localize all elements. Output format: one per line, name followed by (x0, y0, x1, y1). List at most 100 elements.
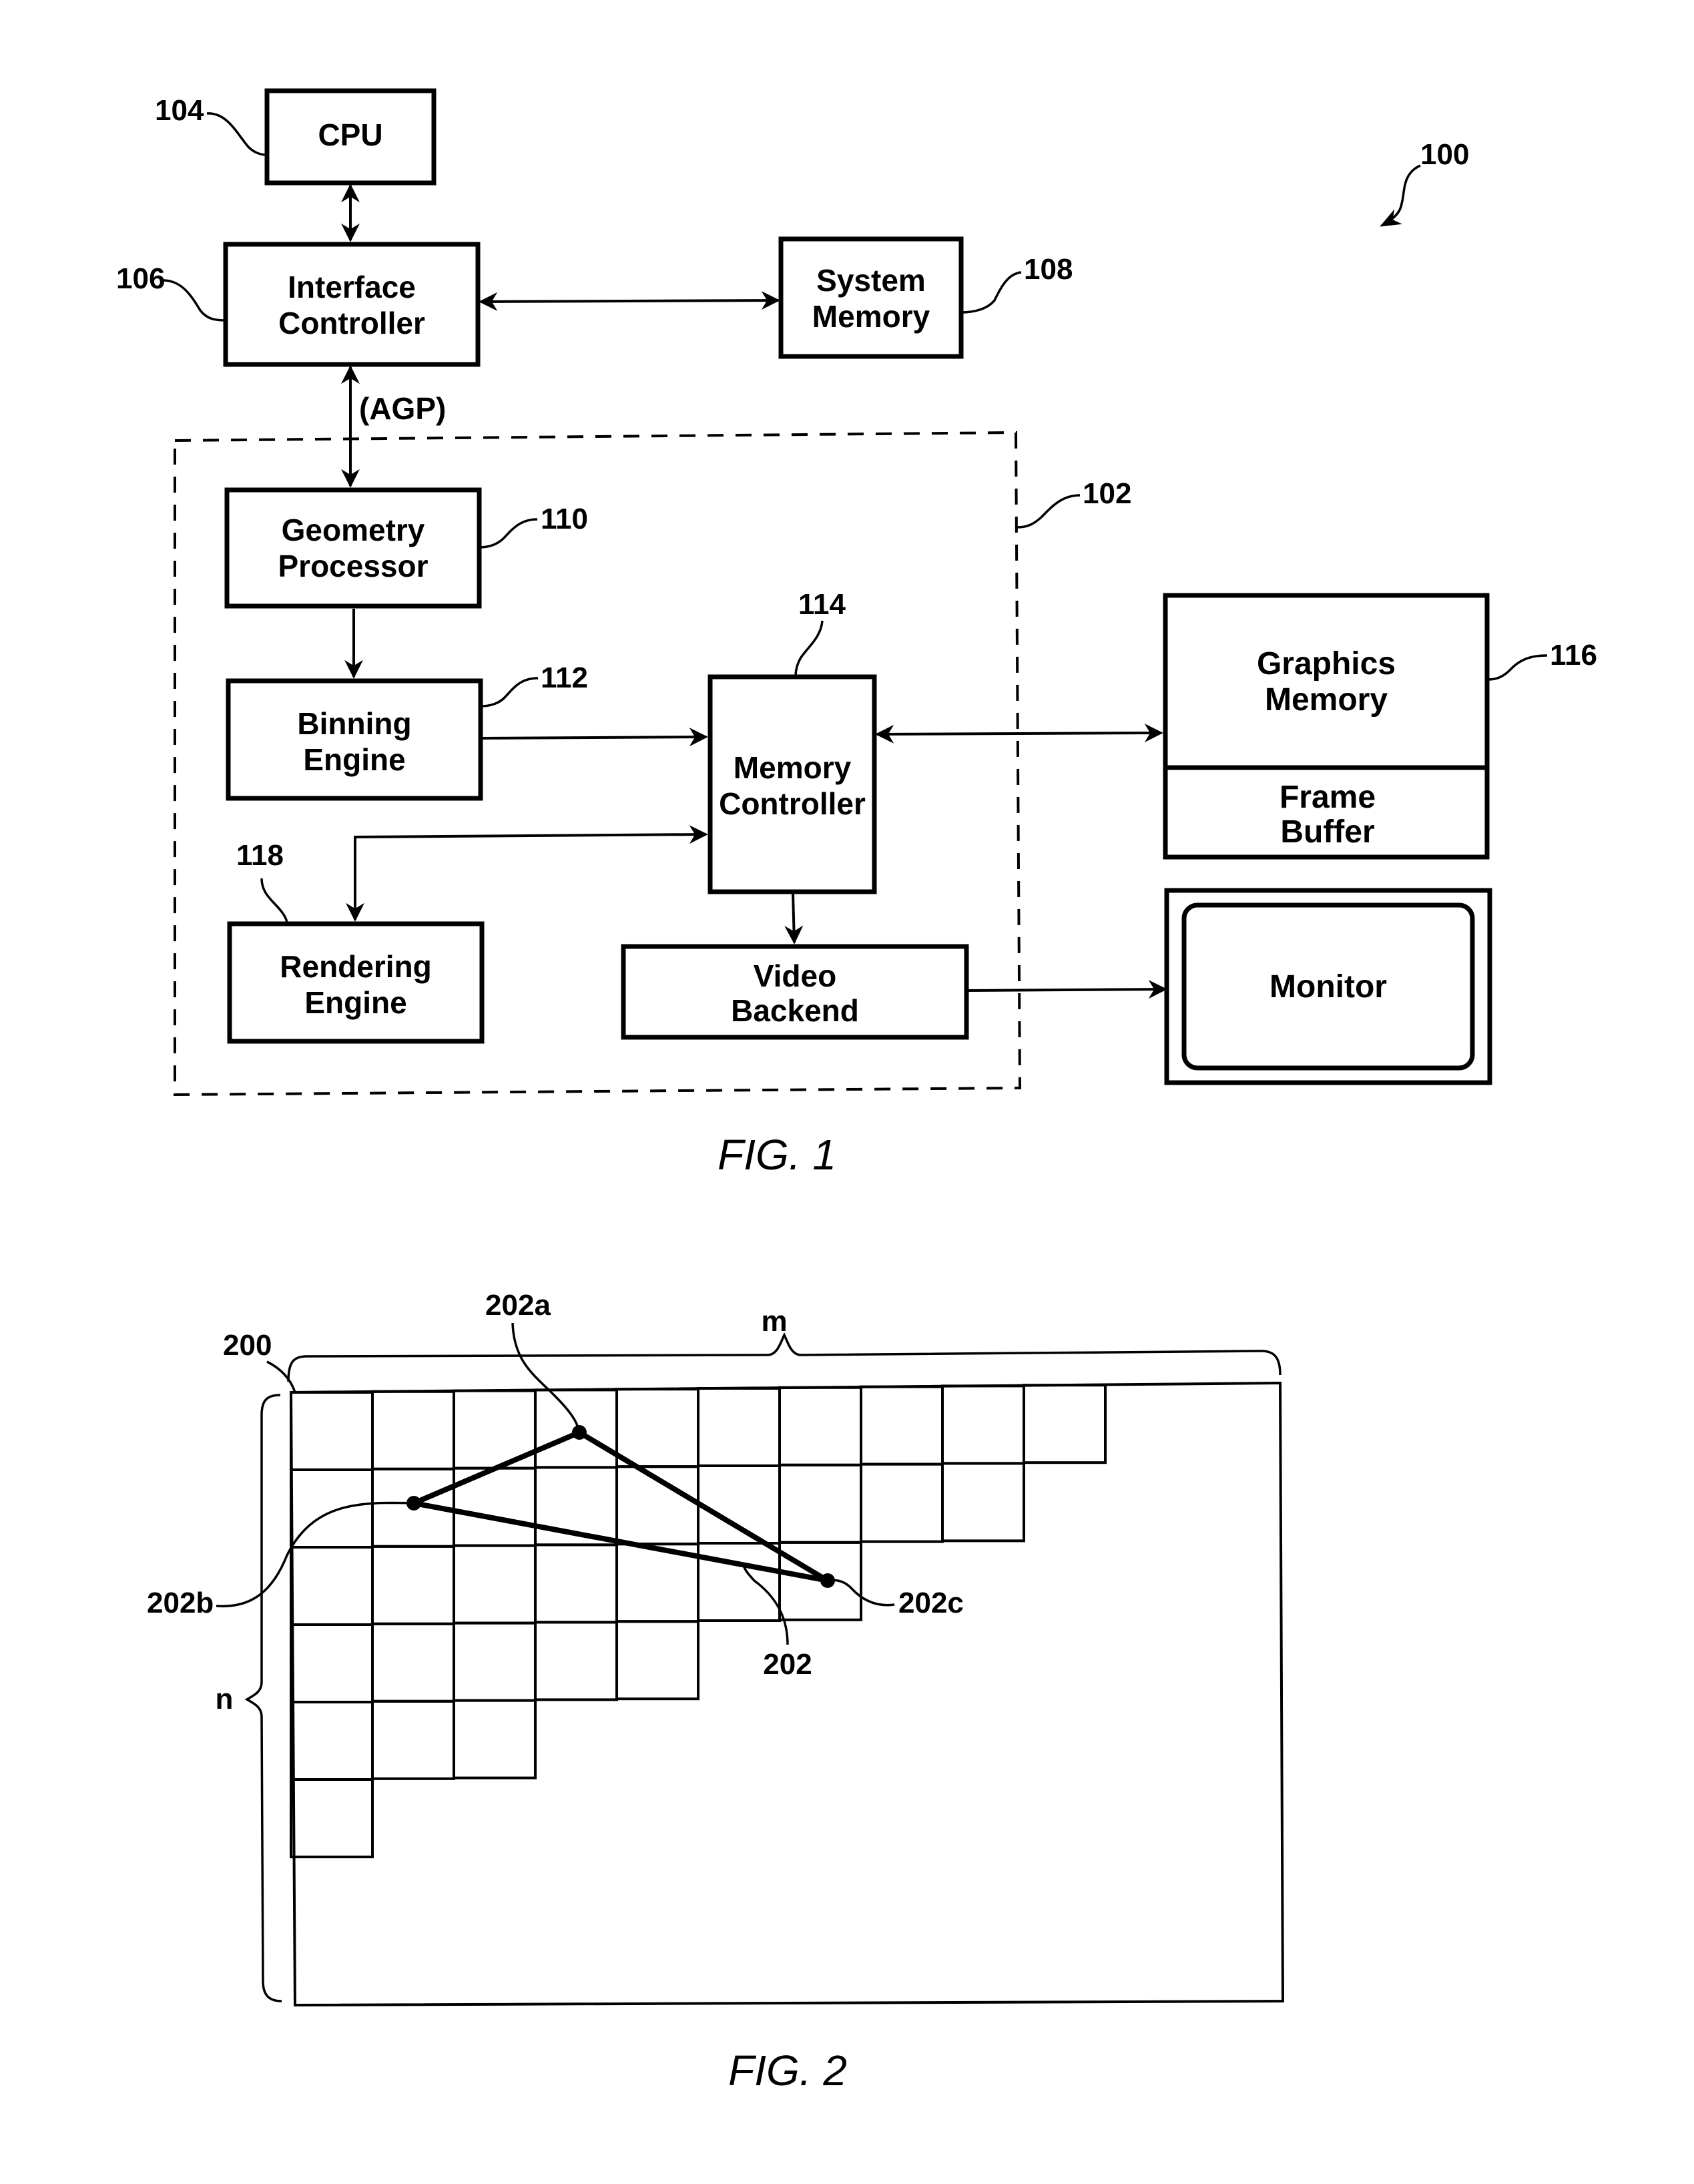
ref-202a: 202a (485, 1289, 551, 1322)
rendering-engine-label-1: Rendering (280, 949, 431, 984)
tile (453, 1699, 537, 1780)
video-monitor-link (967, 980, 1167, 999)
ref-202: 202 (763, 1648, 812, 1681)
video-backend-block: Video Backend (621, 944, 969, 1040)
system-memory-block: System Memory (778, 236, 964, 359)
ref-112: 112 (541, 661, 588, 694)
screen-outline (289, 1381, 1285, 2007)
ref-114: 114 (798, 588, 846, 621)
ref-118-leader (260, 878, 288, 924)
geometry-processor-label-1: Geometry (282, 513, 425, 547)
tile (290, 1468, 374, 1549)
tile (941, 1384, 1025, 1465)
tile (371, 1390, 455, 1470)
monitor-block: Monitor (1164, 888, 1492, 1085)
interface-controller-label-2: Controller (278, 306, 425, 340)
ref-108-leader (960, 271, 1022, 314)
ref-114-leader (794, 620, 824, 677)
m-dimension-brace (287, 1332, 1282, 1382)
tile (615, 1388, 699, 1468)
tile (697, 1542, 781, 1622)
geometry-processor-block: Geometry Processor (224, 487, 482, 609)
ref-202b: 202b (147, 1587, 214, 1619)
ref-202c: 202c (898, 1587, 964, 1619)
ref-102-leader (1017, 494, 1081, 529)
figure-2-caption: FIG. 2 (728, 2046, 847, 2095)
ref-104-leader (206, 112, 268, 156)
ref-202b-leader (216, 1501, 414, 1608)
ref-116: 116 (1550, 639, 1597, 671)
figure-1: 100 CPU 104 Interface Controller 106 Sys… (116, 88, 1597, 1179)
ref-106-leader (160, 279, 226, 322)
ref-112-leader (480, 677, 539, 708)
binning-memctrl-link (481, 728, 708, 747)
tile (697, 1387, 781, 1467)
tile (290, 1623, 374, 1703)
tile (615, 1620, 699, 1701)
tile (453, 1544, 537, 1625)
binning-engine-label-1: Binning (297, 706, 411, 741)
tile (290, 1546, 374, 1626)
tile (453, 1621, 537, 1702)
memory-controller-label-1: Memory (734, 750, 852, 785)
tile (941, 1462, 1025, 1543)
ref-202-leader (742, 1564, 789, 1645)
ref-102: 102 (1083, 477, 1131, 510)
memctrl-graphics-memory-link (875, 724, 1163, 744)
ref-108: 108 (1024, 253, 1073, 286)
ref-202a-leader (511, 1322, 581, 1433)
cpu-label: CPU (318, 117, 382, 152)
tile (534, 1621, 618, 1701)
memory-controller-label-2: Controller (719, 786, 866, 821)
frame-buffer-label-2: Buffer (1280, 814, 1374, 850)
tile (697, 1464, 781, 1545)
tile (778, 1463, 862, 1544)
graphics-memory-block: Graphics Memory Frame Buffer (1163, 593, 1490, 860)
memctrl-video-link (784, 892, 804, 944)
tile-grid (290, 1384, 1107, 1858)
rendering-memctrl-link (346, 825, 708, 922)
tile (860, 1385, 944, 1466)
ref-116-leader (1488, 654, 1548, 681)
ref-100-arrow (1380, 164, 1421, 227)
ref-100: 100 (1420, 138, 1469, 171)
patent-drawing-sheet: 100 CPU 104 Interface Controller 106 Sys… (116, 88, 1597, 2095)
n-dimension-brace (244, 1394, 282, 2002)
ref-110: 110 (541, 503, 588, 535)
interface-sysmem-link (479, 291, 780, 311)
figure-2: m n 200 202a 202b 202c 202 FIG. 2 (147, 1289, 1285, 2095)
graphics-memory-label-1: Graphics (1257, 646, 1396, 681)
n-label: n (216, 1683, 234, 1715)
system-memory-label-2: Memory (812, 299, 930, 334)
frame-buffer-section: Frame Buffer (1280, 780, 1376, 850)
ref-200: 200 (223, 1329, 272, 1362)
tile (371, 1622, 455, 1703)
tile (371, 1545, 455, 1625)
binning-engine-block: Binning Engine (226, 678, 483, 801)
frame-buffer-label-1: Frame (1280, 780, 1376, 815)
ref-118: 118 (236, 839, 284, 872)
agp-label: (AGP) (359, 391, 446, 426)
video-backend-label-1: Video (754, 959, 836, 993)
tile (290, 1778, 374, 1858)
ref-104: 104 (155, 94, 204, 127)
tile (290, 1701, 374, 1781)
triangle-primitive (411, 1430, 830, 1583)
tile (371, 1699, 455, 1780)
rendering-engine-label-2: Engine (304, 985, 406, 1020)
figure-1-caption: FIG. 1 (718, 1131, 836, 1179)
geometry-processor-label-2: Processor (278, 549, 428, 583)
memory-controller-block: Memory Controller (708, 674, 877, 894)
tile (534, 1543, 618, 1624)
ref-106: 106 (116, 262, 165, 295)
interface-controller-label-1: Interface (288, 270, 416, 304)
tile (1023, 1384, 1107, 1464)
interface-controller-block: Interface Controller (223, 242, 481, 367)
tile (290, 1391, 374, 1471)
ref-110-leader (479, 518, 538, 549)
video-backend-label-2: Backend (731, 993, 859, 1028)
tile (778, 1386, 862, 1466)
monitor-label: Monitor (1269, 969, 1387, 1005)
system-memory-label-1: System (816, 263, 926, 298)
binning-engine-label-2: Engine (303, 742, 405, 777)
